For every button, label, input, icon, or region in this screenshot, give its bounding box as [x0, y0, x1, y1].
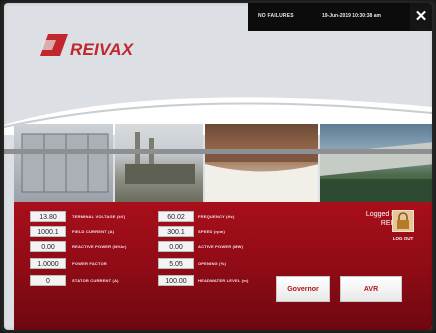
headwater-level-value: 100.00: [158, 275, 194, 286]
status-text: NO FAILURES: [258, 13, 294, 19]
active-power-label: ACTIVE POWER (MW): [198, 244, 244, 249]
frequency-value: 60.02: [158, 211, 194, 222]
governor-button[interactable]: Governor: [276, 276, 330, 302]
active-power-value: 0.00: [158, 241, 194, 252]
divider-line: [4, 149, 432, 154]
dam-icon: [319, 142, 432, 202]
opening-label: OPENING (%): [198, 261, 226, 266]
power-factor-value: 1.0000: [30, 258, 66, 269]
speed-label: SPEED (rpm): [198, 229, 226, 234]
powerplant-photo: [114, 124, 204, 202]
field-current-label: FIELD CURRENT (A): [72, 229, 115, 234]
status-bar: NO FAILURES 19-Jun-2019 10:30:38 am ✕: [248, 3, 432, 31]
cabinet-photo: [14, 124, 113, 202]
excitation-cabinet-icon: [21, 133, 109, 193]
hmi-screen: NO FAILURES 19-Jun-2019 10:30:38 am ✕ RE…: [4, 3, 432, 330]
reactive-power-value: 0.00: [30, 241, 66, 252]
lock-icon: [397, 212, 409, 229]
stator-current-label: STATOR CURRENT (A): [72, 278, 119, 283]
frequency-label: FREQUENCY (Hz): [198, 214, 235, 219]
avr-button[interactable]: AVR: [340, 276, 402, 302]
close-button[interactable]: ✕: [410, 3, 432, 31]
headwater-level-label: HEADWATER LEVEL (m): [198, 278, 249, 283]
field-current-value: 1000.1: [30, 226, 66, 237]
datetime-text: 19-Jun-2019 10:30:38 am: [322, 13, 381, 19]
logout-button[interactable]: [392, 210, 414, 232]
logout-label[interactable]: LOG OUT: [384, 236, 422, 241]
dam-photo: [319, 124, 432, 202]
thermal-plant-icon: [124, 132, 195, 184]
brand-name: REIVAX: [70, 40, 134, 59]
speed-value: 300.1: [158, 226, 194, 237]
spillway-photo: [205, 124, 318, 202]
terminal-voltage-value: 13.80: [30, 211, 66, 222]
reactive-power-label: REACTIVE POWER (MVAr): [72, 244, 127, 249]
power-factor-label: POWER FACTOR: [72, 261, 107, 266]
measurement-panel: 13.80 TERMINAL VOLTAGE (kV) 1000.1 FIELD…: [14, 202, 432, 330]
opening-value: 5.05: [158, 258, 194, 269]
stator-current-value: 0: [30, 275, 66, 286]
terminal-voltage-label: TERMINAL VOLTAGE (kV): [72, 214, 126, 219]
spillway-icon: [205, 152, 318, 202]
plant-photo-strip: [14, 124, 432, 202]
